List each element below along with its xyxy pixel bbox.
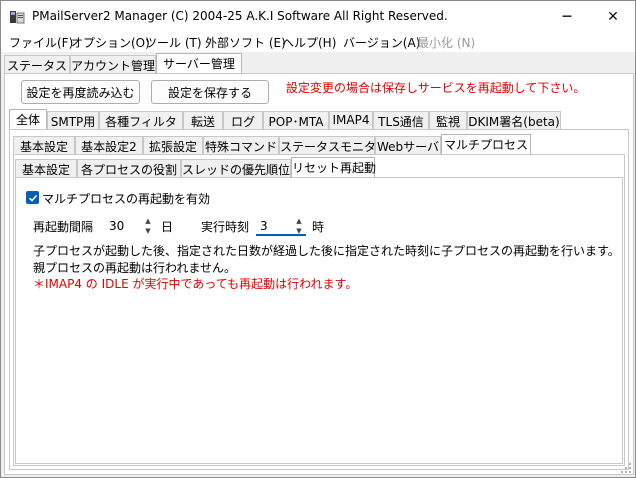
menu-external-software[interactable]: 外部ソフト (E) bbox=[205, 34, 286, 51]
title-bar[interactable]: PMailServer2 Manager (C) 2004-25 A.K.I S… bbox=[1, 1, 635, 32]
tab-account-management[interactable]: アカウント管理 bbox=[70, 55, 156, 73]
tab-status-monitor[interactable]: ステータスモニタ bbox=[279, 136, 376, 154]
menu-tools[interactable]: ツール (T) bbox=[145, 34, 202, 51]
run-time-unit: 時 bbox=[312, 220, 325, 234]
tab-forwarding[interactable]: 転送 bbox=[183, 111, 223, 129]
run-time-input[interactable] bbox=[256, 216, 288, 236]
tab-log[interactable]: ログ bbox=[223, 111, 263, 129]
tab-basic-settings-2[interactable]: 基本設定2 bbox=[75, 136, 143, 154]
tab-imap4[interactable]: IMAP4 bbox=[329, 111, 373, 129]
tab-server-management[interactable]: サーバー管理 bbox=[156, 53, 242, 73]
tab-dkim[interactable]: DKIM署名(beta) bbox=[467, 111, 561, 129]
tab-process-roles[interactable]: 各プロセスの役割 bbox=[77, 159, 181, 177]
reload-settings-button[interactable]: 設定を再度読み込む bbox=[21, 80, 140, 104]
top-tab-strip: ステータス アカウント管理 サーバー管理 bbox=[4, 53, 634, 73]
run-time-spinner[interactable]: ▲ ▼ bbox=[256, 216, 306, 236]
menu-options[interactable]: オプション(O) bbox=[71, 34, 150, 51]
tab-mp-basic-settings[interactable]: 基本設定 bbox=[15, 159, 77, 177]
tab-reset-restart[interactable]: リセット再起動 bbox=[291, 157, 376, 177]
enable-restart-checkbox[interactable] bbox=[26, 191, 39, 204]
save-settings-button[interactable]: 設定を保存する bbox=[151, 80, 269, 104]
tab-tls[interactable]: TLS通信 bbox=[373, 111, 429, 129]
imap-idle-note: ＊IMAP4 の IDLE が実行中であっても再起動は行われます。 bbox=[33, 277, 358, 291]
multiprocess-tab-strip: 基本設定 各プロセスの役割 スレッドの優先順位 リセット再起動 bbox=[15, 157, 623, 177]
interval-spin-arrows[interactable]: ▲ ▼ bbox=[141, 217, 155, 235]
menu-version[interactable]: バージョン(A) bbox=[343, 34, 420, 51]
spin-up-icon[interactable]: ▲ bbox=[145, 217, 150, 225]
tab-filters[interactable]: 各種フィルタ bbox=[99, 111, 183, 129]
category-tab-strip: 全体 SMTP用 各種フィルタ 転送 ログ POP･MTA IMAP4 TLS通… bbox=[9, 109, 629, 129]
focus-underline bbox=[256, 234, 306, 236]
restart-description-2: 親プロセスの再起動は行われません。 bbox=[33, 261, 237, 275]
menu-bar: ファイル(F) オプション(O) ツール (T) 外部ソフト (E) ヘルプ(H… bbox=[1, 32, 635, 52]
restart-interval-spinner[interactable]: ▲ ▼ bbox=[105, 216, 155, 236]
tab-status[interactable]: ステータス bbox=[4, 55, 70, 73]
resize-grip-icon[interactable] bbox=[620, 462, 632, 474]
restart-interval-unit: 日 bbox=[161, 220, 174, 234]
app-window: PMailServer2 Manager (C) 2004-25 A.K.I S… bbox=[0, 0, 636, 478]
tab-general[interactable]: 全体 bbox=[9, 109, 47, 129]
run-time-label: 実行時刻 bbox=[201, 220, 250, 234]
close-button[interactable]: ✕ bbox=[590, 1, 636, 32]
tab-multiprocess[interactable]: マルチプロセス bbox=[441, 134, 531, 154]
tab-basic-settings[interactable]: 基本設定 bbox=[13, 136, 75, 154]
restart-description-1: 子プロセスが起動した後、指定された日数が経過した後に指定された時刻に子プロセスの… bbox=[33, 244, 620, 258]
minimize-button[interactable]: ─ bbox=[544, 1, 590, 32]
window-title: PMailServer2 Manager (C) 2004-25 A.K.I S… bbox=[32, 9, 448, 23]
menu-file[interactable]: ファイル(F) bbox=[9, 34, 73, 51]
menu-help[interactable]: ヘルプ(H) bbox=[282, 34, 336, 51]
tab-web-server[interactable]: Webサーバ bbox=[375, 136, 441, 154]
tab-extended-settings[interactable]: 拡張設定 bbox=[143, 136, 203, 154]
enable-restart-label[interactable]: マルチプロセスの再起動を有効 bbox=[42, 190, 210, 207]
minimize-icon: ─ bbox=[562, 8, 572, 25]
restart-interval-input[interactable] bbox=[105, 216, 137, 236]
restart-warning: 設定変更の場合は保存しサービスを再起動して下さい。 bbox=[286, 81, 586, 95]
tab-pop-mta[interactable]: POP･MTA bbox=[263, 111, 329, 129]
tab-monitor[interactable]: 監視 bbox=[429, 111, 467, 129]
sub-tab-strip: 基本設定 基本設定2 拡張設定 特殊コマンド ステータスモニタ Webサーバ マ… bbox=[13, 134, 625, 154]
app-icon bbox=[10, 11, 25, 24]
close-icon: ✕ bbox=[607, 8, 619, 25]
spin-up-icon[interactable]: ▲ bbox=[296, 217, 301, 225]
checkmark-icon bbox=[28, 194, 37, 202]
spin-down-icon[interactable]: ▼ bbox=[145, 227, 150, 235]
tab-thread-priority[interactable]: スレッドの優先順位 bbox=[181, 159, 291, 177]
restart-interval-label: 再起動間隔 bbox=[33, 220, 94, 234]
time-spin-arrows[interactable]: ▲ ▼ bbox=[292, 217, 306, 235]
menu-minimize: 最小化 (N) bbox=[417, 36, 476, 50]
tab-smtp[interactable]: SMTP用 bbox=[47, 111, 99, 129]
tab-special-commands[interactable]: 特殊コマンド bbox=[203, 136, 279, 154]
